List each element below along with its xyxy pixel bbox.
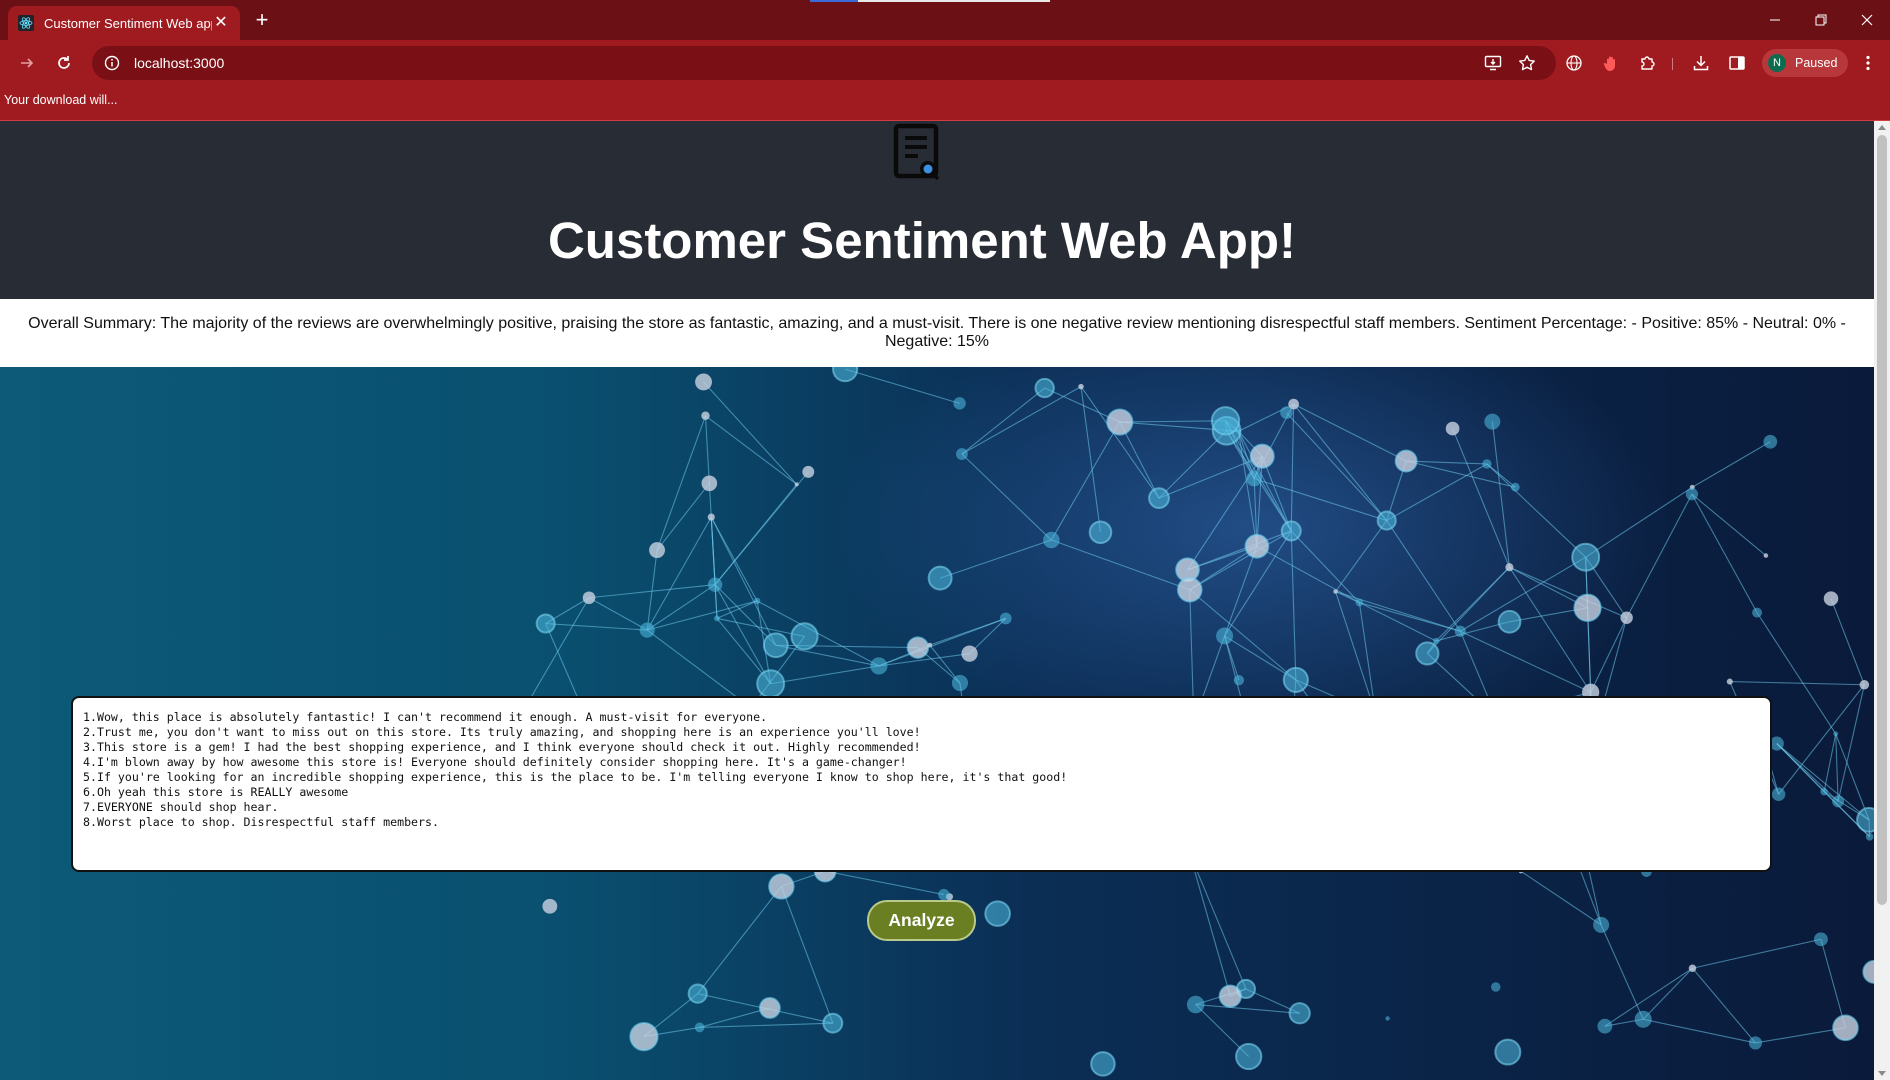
url-text: localhost:3000 — [134, 55, 225, 71]
react-icon — [18, 15, 34, 31]
forward-icon[interactable] — [14, 50, 40, 76]
reviews-textarea[interactable] — [71, 696, 1772, 872]
download-infobar: Your download will... — [0, 86, 1890, 121]
close-tab-icon[interactable]: ✕ — [212, 14, 230, 32]
infobar-text: Your download will... — [4, 93, 118, 107]
close-window-icon[interactable] — [1844, 0, 1890, 40]
page-scrollbar[interactable] — [1874, 121, 1890, 1080]
site-info-icon[interactable] — [104, 55, 120, 71]
tab-strip-indicator — [810, 0, 1050, 2]
extensions-puzzle-icon[interactable] — [1636, 51, 1660, 75]
tab-title: Customer Sentiment Web app — [44, 15, 212, 31]
toolbar: localhost:3000 N Paused — [0, 40, 1890, 86]
extension-hand-icon[interactable] — [1599, 51, 1623, 75]
downloads-icon[interactable] — [1689, 51, 1713, 75]
side-panel-icon[interactable] — [1725, 51, 1749, 75]
reload-icon[interactable] — [51, 50, 77, 76]
bookmark-star-icon[interactable] — [1515, 51, 1539, 75]
sentiment-summary: Overall Summary: The majority of the rev… — [0, 299, 1874, 367]
new-tab-icon[interactable]: + — [252, 9, 272, 31]
address-bar[interactable]: localhost:3000 — [92, 46, 1556, 80]
tab-strip: Customer Sentiment Web app ✕ + — [0, 0, 1890, 40]
translate-globe-icon[interactable] — [1562, 51, 1586, 75]
scroll-thumb[interactable] — [1877, 135, 1887, 905]
page-viewport: Customer Sentiment Web App! Overall Summ… — [0, 121, 1874, 1080]
scroll-down-icon[interactable] — [1878, 1071, 1886, 1076]
more-menu-icon[interactable] — [1856, 51, 1880, 75]
page-title: Customer Sentiment Web App! — [547, 212, 1297, 269]
scroll-up-icon[interactable] — [1878, 125, 1886, 130]
avatar: N — [1768, 54, 1786, 72]
install-app-icon[interactable] — [1481, 51, 1505, 75]
profile-status: Paused — [1795, 56, 1838, 70]
tab-customer-sentiment[interactable]: Customer Sentiment Web app ✕ — [8, 6, 240, 40]
browser-chrome: Customer Sentiment Web app ✕ + localhost… — [0, 0, 1890, 121]
profile-button[interactable]: N Paused — [1762, 49, 1848, 77]
minimize-icon[interactable] — [1752, 0, 1798, 40]
restore-icon[interactable] — [1798, 0, 1844, 40]
toolbar-separator — [1672, 58, 1673, 70]
document-search-icon — [893, 123, 940, 181]
app-header: Customer Sentiment Web App! — [0, 121, 1874, 299]
analyze-button[interactable]: Analyze — [867, 900, 976, 941]
